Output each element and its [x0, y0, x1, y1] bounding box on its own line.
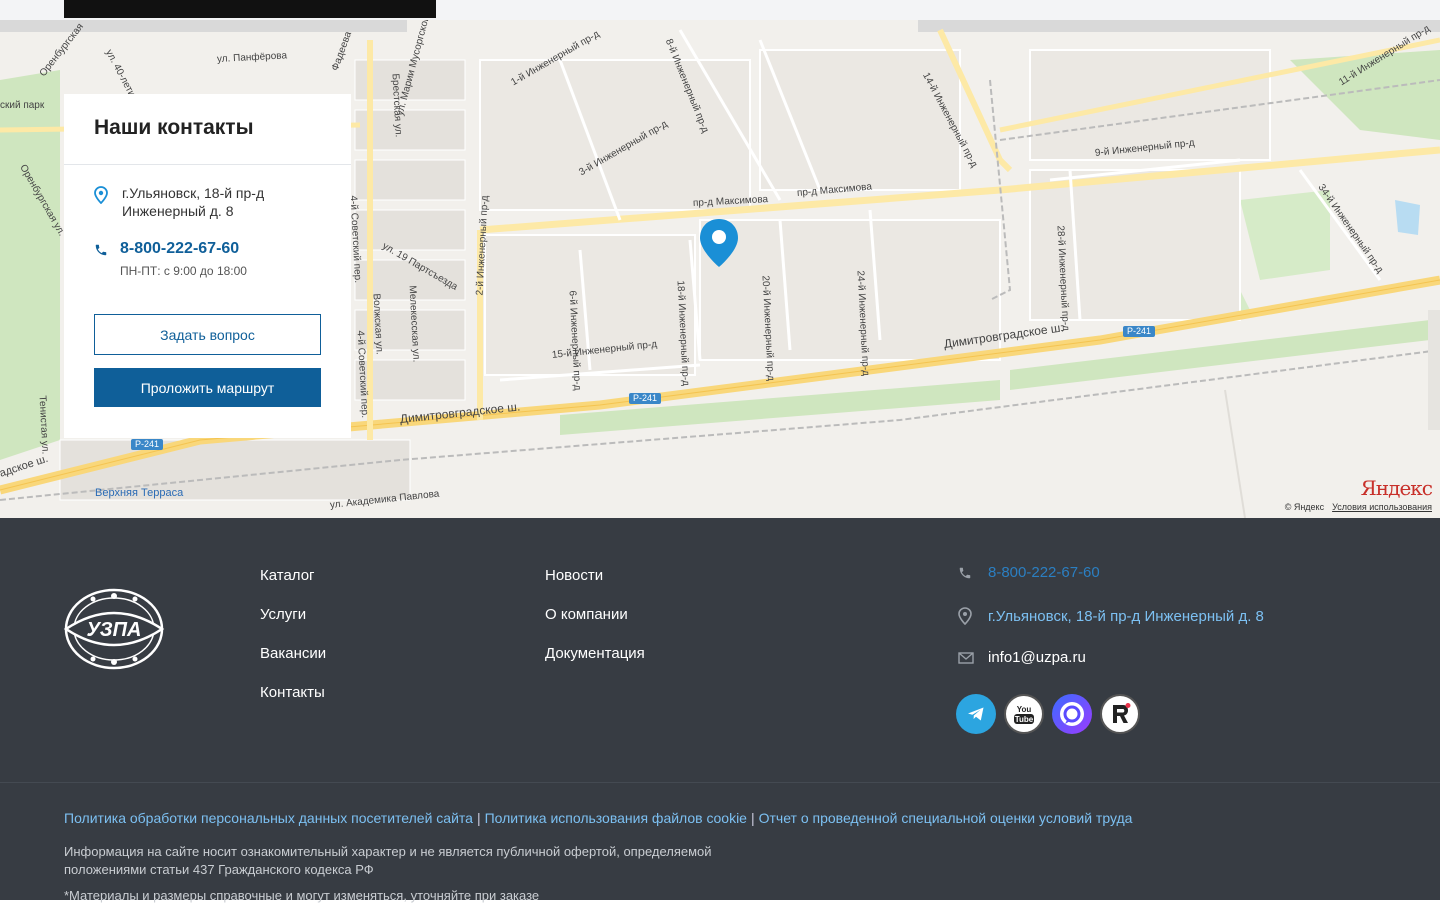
place-verkhnyaya-terrasa: Верхняя Терраса [95, 487, 184, 499]
company-logo[interactable]: УЗПА [63, 587, 165, 671]
footer-address-row[interactable]: г.Ульяновск, 18-й пр-д Инженерный д. 8 [958, 607, 1264, 625]
road-badge: Р-241 [1123, 326, 1156, 337]
footer-link-news[interactable]: Новости [545, 566, 645, 605]
ask-question-button[interactable]: Задать вопрос [94, 314, 321, 355]
footer-link-contacts[interactable]: Контакты [260, 683, 326, 722]
materials-note: *Материалы и размеры справочные и могут … [64, 888, 540, 903]
top-strip [0, 0, 1440, 20]
privacy-policy-link[interactable]: Политика обработки персональных данных п… [64, 810, 473, 826]
footer-link-documentation[interactable]: Документация [545, 644, 645, 683]
footer-address[interactable]: г.Ульяновск, 18-й пр-д Инженерный д. 8 [988, 608, 1264, 625]
policy-links: Политика обработки персональных данных п… [64, 810, 1132, 826]
build-route-button[interactable]: Проложить маршрут [94, 368, 321, 407]
dzen-icon[interactable] [1052, 694, 1092, 734]
divider [64, 164, 351, 165]
logo-text: УЗПА [87, 619, 142, 641]
footer-nav-primary: Каталог Услуги Вакансии Контакты [260, 566, 326, 722]
footer-link-catalog[interactable]: Каталог [260, 566, 326, 605]
map-terms-link[interactable]: Условия использования [1332, 502, 1432, 512]
phone-icon [95, 244, 107, 256]
separator: | [750, 810, 755, 826]
road-badge: Р-241 [629, 393, 662, 404]
social-links: You Tube [956, 694, 1140, 734]
disclaimer-text: Информация на сайте носит ознакомительны… [64, 844, 712, 877]
footer: УЗПА Каталог Услуги Вакансии Контакты Но… [0, 518, 1440, 903]
mail-icon [958, 651, 988, 664]
banner-image-edge [64, 0, 436, 18]
map-attribution: © Яндекс Условия использования [1285, 502, 1432, 512]
contact-address: г.Ульяновск, 18-й пр-д Инженерный д. 8 [122, 185, 265, 219]
svg-text:Tube: Tube [1015, 715, 1034, 724]
footer-link-services[interactable]: Услуги [260, 605, 326, 644]
footer-divider [0, 782, 1440, 783]
yandex-map[interactable]: 1-й Инженерный пр-д 8-й Инженерный пр-д … [0, 20, 1440, 518]
cookie-policy-link[interactable]: Политика использования файлов cookie [485, 810, 747, 826]
contacts-card: Наши контакты г.Ульяновск, 18-й пр-д Инж… [64, 94, 351, 438]
footer-phone-row[interactable]: 8-800-222-67-60 [958, 564, 1100, 581]
yandex-logo[interactable]: Яндекс [1361, 476, 1433, 500]
rutube-icon[interactable] [1100, 694, 1140, 734]
separator: | [476, 810, 481, 826]
location-pin-icon [94, 186, 108, 204]
footer-email-row[interactable]: info1@uzpa.ru [958, 649, 1086, 666]
contacts-title: Наши контакты [94, 116, 254, 139]
telegram-icon[interactable] [956, 694, 996, 734]
location-pin-icon [958, 607, 988, 625]
road-badge: Р-241 [131, 439, 164, 450]
footer-link-about[interactable]: О компании [545, 605, 645, 644]
footer-link-vacancies[interactable]: Вакансии [260, 644, 326, 683]
youtube-icon[interactable]: You Tube [1004, 694, 1044, 734]
phone-icon [958, 566, 988, 580]
footer-email[interactable]: info1@uzpa.ru [988, 649, 1086, 666]
working-conditions-report-link[interactable]: Отчет о проведенной специальной оценки у… [759, 810, 1133, 826]
footer-phone[interactable]: 8-800-222-67-60 [988, 564, 1100, 581]
working-hours: ПН-ПТ: с 9:00 до 18:00 [120, 264, 247, 278]
map-copyright: © Яндекс [1284, 502, 1325, 512]
map-label: ский парк [0, 100, 45, 111]
contact-phone[interactable]: 8-800-222-67-60 [120, 240, 239, 258]
map-pin-icon[interactable] [698, 217, 740, 269]
svg-text:You: You [1017, 705, 1032, 714]
footer-nav-secondary: Новости О компании Документация [545, 566, 645, 683]
